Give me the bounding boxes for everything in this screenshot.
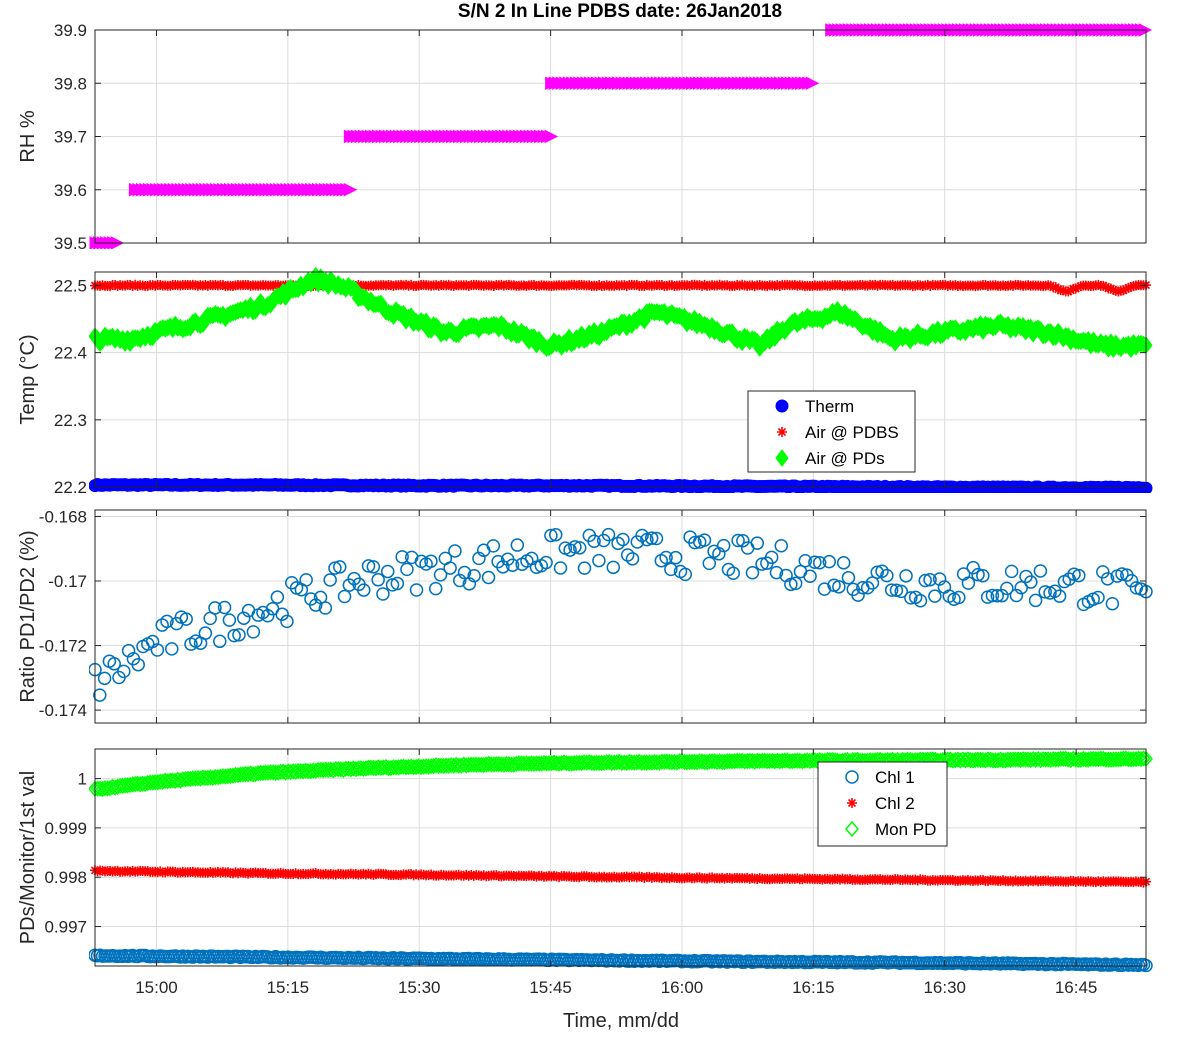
series-therm — [89, 477, 1153, 493]
data-point — [961, 576, 976, 590]
figure: S/N 2 In Line PDBS date: 26Jan2018 39.53… — [17, 1, 1153, 1032]
data-point — [299, 573, 313, 587]
data-point — [803, 569, 817, 584]
data-point — [270, 590, 285, 604]
y-tick-label: 39.6 — [54, 181, 87, 200]
data-point — [448, 544, 462, 558]
data-point — [553, 561, 568, 575]
x-tick-label: 15:00 — [135, 978, 178, 997]
data-point — [774, 538, 789, 553]
panel-2: 22.2 22.3 22.4 22.5 Temp (°C) Therm Air @ PDBS… — [17, 266, 1153, 497]
data-point — [745, 566, 760, 580]
series-ratio-pd1-pd2 — [89, 527, 1153, 702]
data-point — [577, 561, 592, 575]
data-point — [337, 589, 352, 604]
data-point — [97, 671, 112, 686]
y-tick-label: 22.4 — [54, 344, 87, 363]
y-tick-label: 22.3 — [54, 411, 87, 430]
data-point — [1004, 564, 1019, 579]
series-air-pdbs — [90, 279, 1151, 297]
data-point — [481, 570, 496, 585]
data-point — [805, 76, 820, 91]
legend-entry: Chl 2 — [875, 794, 915, 813]
y-axis-label: Ratio PD1/PD2 (%) — [17, 530, 39, 702]
y-tick-label: 0.999 — [44, 819, 87, 838]
x-tick-label: 16:30 — [923, 978, 966, 997]
x-axis-label: Time, mm/dd — [563, 1010, 679, 1032]
data-point — [371, 573, 385, 587]
data-point — [443, 561, 457, 575]
data-point — [841, 570, 856, 585]
y-tick-label: 22.2 — [54, 478, 87, 497]
data-point — [165, 642, 179, 656]
legend-entry: Chl 1 — [875, 768, 915, 787]
y-tick-label: 0.997 — [44, 918, 87, 937]
x-tick-label: 16:00 — [661, 978, 704, 997]
legend-entry: Air @ PDs — [805, 449, 885, 468]
panel-3: -0.174 -0.172 -0.17 -0.168Ratio PD1/PD2 (%) — [17, 507, 1153, 724]
y-tick-label: 39.9 — [54, 21, 87, 40]
data-point — [93, 688, 107, 702]
x-tick-label: 15:15 — [267, 978, 310, 997]
data-point — [323, 573, 337, 587]
legend-marker — [847, 798, 857, 808]
y-tick-label: 0.998 — [44, 868, 87, 887]
y-tick-label: -0.17 — [48, 572, 87, 591]
legend: Therm Air @ PDBS Air @ PDs — [747, 390, 916, 473]
data-point — [222, 613, 237, 627]
data-point — [376, 587, 390, 601]
y-tick-label: -0.168 — [39, 507, 87, 526]
panel-1: 39.5 39.6 39.7 39.8 39.9 RH % — [17, 21, 1153, 253]
data-point — [486, 539, 501, 553]
legend-entry: Air @ PDBS — [805, 423, 899, 442]
data-point — [928, 589, 942, 603]
series-chl-2 — [90, 865, 1151, 888]
data-point — [606, 560, 621, 575]
data-point — [1028, 593, 1043, 608]
legend-marker — [775, 399, 789, 413]
y-axis-label: RH % — [17, 110, 39, 162]
series-mon-pd — [89, 750, 1153, 798]
legend-entry: Therm — [805, 397, 854, 416]
data-point — [1105, 596, 1120, 611]
data-point — [750, 536, 765, 550]
legend-marker — [777, 427, 787, 437]
plot-area — [89, 266, 1153, 493]
data-point — [592, 553, 606, 568]
legend: Chl 1 Chl 2 Mon PD — [817, 761, 948, 847]
data-point — [836, 556, 851, 570]
x-tick-label: 16:45 — [1055, 978, 1098, 997]
plot-area — [89, 750, 1153, 972]
data-point — [380, 564, 395, 579]
y-axis-label: PDs/Monitor/1st val — [17, 771, 39, 944]
figure-title: S/N 2 In Line PDBS date: 26Jan2018 — [458, 1, 782, 22]
x-tick-label: 15:45 — [529, 978, 572, 997]
data-point — [899, 569, 913, 583]
y-tick-label: -0.172 — [39, 637, 87, 656]
data-point — [343, 182, 358, 197]
data-point — [198, 626, 213, 640]
data-point — [702, 556, 717, 571]
data-point — [428, 581, 443, 596]
plot-area — [89, 527, 1153, 702]
legend-entry: Mon PD — [875, 820, 936, 839]
data-point — [400, 562, 414, 577]
x-tick-label: 16:15 — [792, 978, 835, 997]
y-tick-label: 1 — [78, 770, 87, 789]
series-chl-1 — [89, 948, 1153, 972]
panel-4: 0.997 0.998 0.999 1 15:00 15:15 15:30 15:45 16:0… — [17, 748, 1153, 997]
y-tick-label: 39.7 — [54, 128, 87, 147]
y-tick-label: 39.5 — [54, 234, 87, 253]
data-point — [510, 538, 525, 552]
y-axis-label: Temp (°C) — [17, 334, 39, 424]
y-tick-label: -0.174 — [39, 701, 87, 720]
data-point — [1033, 564, 1048, 578]
x-tick-label: 15:30 — [398, 978, 441, 997]
y-tick-label: 39.8 — [54, 74, 87, 93]
y-tick-label: 22.5 — [54, 276, 87, 295]
data-point — [246, 625, 261, 639]
data-point — [409, 583, 424, 597]
